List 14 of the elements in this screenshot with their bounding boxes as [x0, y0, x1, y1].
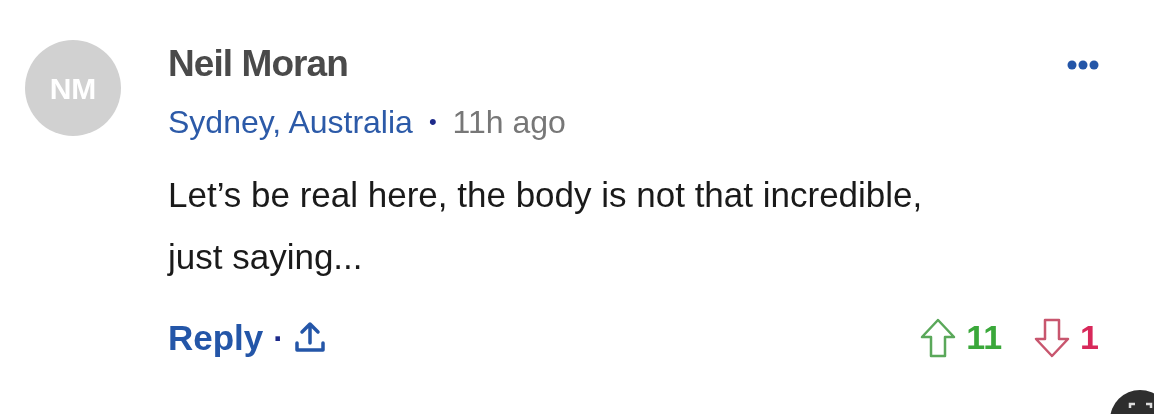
share-icon[interactable] [293, 320, 326, 355]
timestamp: 11h ago [452, 103, 566, 142]
author-name[interactable]: Neil Moran [168, 40, 348, 88]
upvote-arrow-icon[interactable] [920, 317, 957, 358]
upvote-count: 11 [966, 317, 1003, 358]
location: Sydney, Australia [168, 103, 413, 142]
reply-link[interactable]: Reply [168, 315, 264, 360]
more-options-icon[interactable] [1067, 60, 1099, 70]
downvote-arrow-icon[interactable] [1034, 317, 1071, 358]
comment-text: Let’s be real here, the body is not that incredible, just saying... [168, 174, 924, 278]
separator-dot: • [428, 108, 437, 136]
screenshot-overlay-icon[interactable] [1110, 390, 1154, 414]
separator-dot: · [273, 318, 284, 358]
downvote-count: 1 [1080, 317, 1099, 358]
